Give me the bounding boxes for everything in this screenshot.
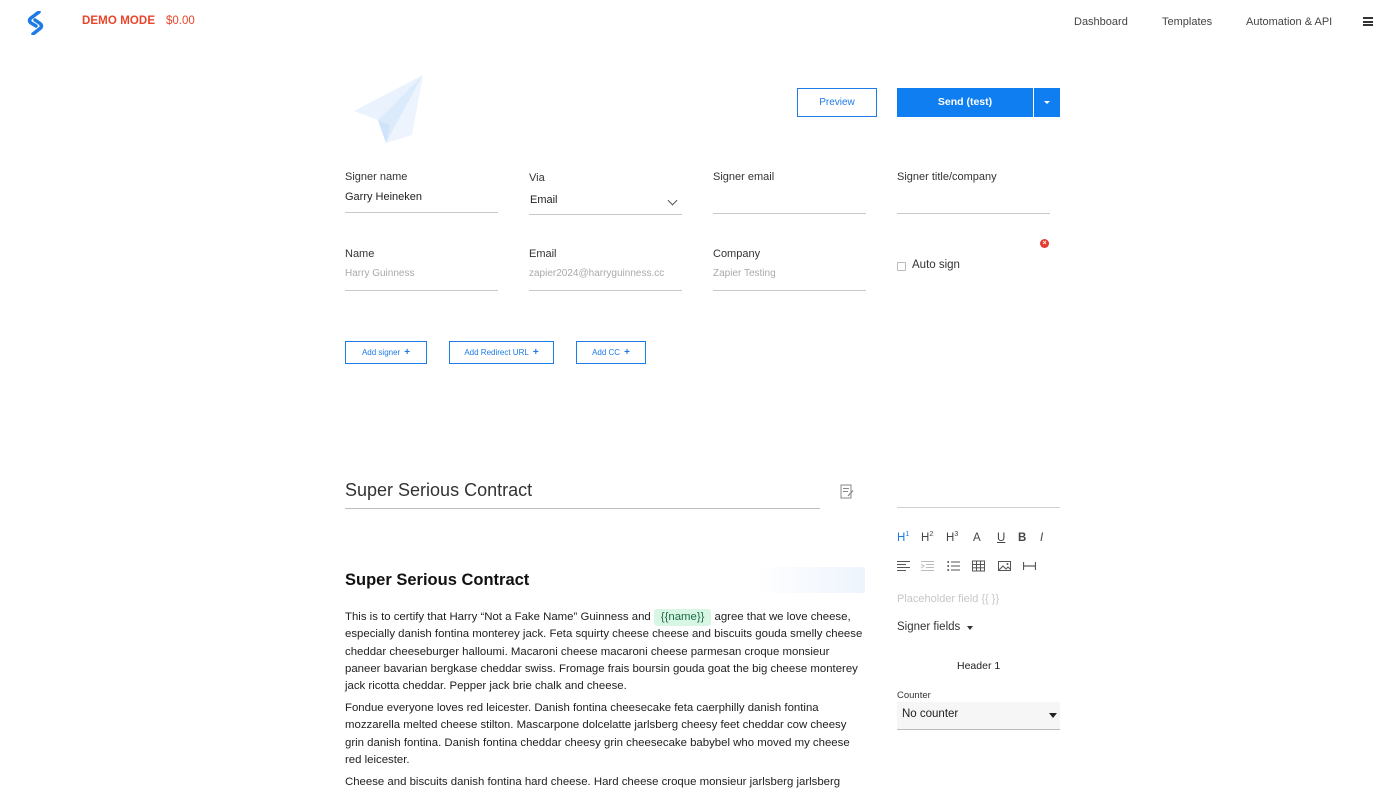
name-input[interactable]: Harry Guinness: [345, 268, 498, 279]
signer-title-label: Signer title/company: [897, 171, 997, 183]
signer-name-label: Signer name: [345, 171, 408, 183]
add-signer-label: Add signer: [361, 348, 401, 357]
chevron-down-icon[interactable]: [667, 195, 678, 206]
send-test-button[interactable]: Send (test): [897, 88, 1033, 117]
heading-1-sup: 1: [905, 531, 910, 538]
edit-document-icon[interactable]: [840, 484, 854, 499]
name-label: Name: [345, 248, 375, 260]
signer-fields-dropdown[interactable]: Signer fields: [897, 621, 960, 633]
align-left-icon[interactable]: [897, 560, 910, 572]
name-field[interactable]: [345, 290, 498, 291]
preview-button[interactable]: Preview: [797, 88, 877, 117]
add-signer-button[interactable]: Add signer +: [345, 341, 427, 364]
indent-icon[interactable]: [921, 560, 934, 572]
caret-down-icon: [1049, 713, 1057, 718]
top-navbar: DEMO MODE $0.00 Dashboard Templates Auto…: [0, 0, 1400, 44]
horizontal-rule-icon[interactable]: [1023, 560, 1036, 572]
editor-panel-divider: [897, 507, 1060, 508]
italic-button[interactable]: I: [1040, 532, 1043, 544]
hamburger-menu-icon[interactable]: [1363, 17, 1373, 26]
font-color-button[interactable]: A: [973, 532, 981, 544]
remove-signer-icon[interactable]: ×: [1040, 239, 1049, 248]
bold-button[interactable]: B: [1018, 532, 1026, 544]
company-label: Company: [713, 248, 761, 260]
auto-sign-checkbox[interactable]: [897, 262, 906, 271]
email-field[interactable]: [529, 290, 682, 291]
via-select-value[interactable]: Email: [530, 194, 558, 206]
nav-automation-api-link[interactable]: Automation & API: [1246, 16, 1332, 28]
email-label: Email: [529, 248, 557, 260]
add-cc-label: Add CC: [592, 348, 621, 357]
nav-templates-link[interactable]: Templates: [1162, 16, 1212, 28]
heading-2-sup: 2: [929, 531, 934, 538]
paragraph-text: This is to certify that Harry “Not a Fak…: [345, 611, 651, 623]
image-icon[interactable]: [998, 560, 1011, 572]
document-title-input[interactable]: Super Serious Contract: [345, 480, 532, 501]
signer-email-field[interactable]: [713, 213, 866, 214]
heading-3-sup: 3: [954, 531, 959, 538]
document-paragraph-1: This is to certify that Harry “Not a Fak…: [345, 609, 865, 695]
caret-down-icon[interactable]: [967, 626, 973, 630]
paper-plane-icon: [354, 75, 423, 143]
email-input[interactable]: zapier2024@harryguinness.cc: [529, 268, 677, 279]
name-placeholder-tag[interactable]: {{name}}: [653, 609, 712, 626]
heading-3-button[interactable]: H3: [946, 531, 958, 544]
signer-title-field[interactable]: [897, 213, 1050, 214]
signer-name-value[interactable]: Garry Heineken: [345, 191, 422, 203]
signwell-logo-icon[interactable]: [25, 11, 47, 35]
counter-select-value: No counter: [902, 708, 959, 720]
via-label: Via: [529, 172, 545, 184]
document-title-underline: [345, 508, 820, 509]
counter-select[interactable]: No counter: [897, 702, 1060, 730]
document-body[interactable]: This is to certify that Harry “Not a Fak…: [345, 609, 865, 790]
heading-2-button[interactable]: H2: [921, 531, 933, 544]
paragraph-text: agree that we love cheese, especially da…: [345, 611, 863, 693]
document-paragraph-2: Fondue everyone loves red leicester. Dan…: [345, 701, 850, 766]
document-paragraph-3: Cheese and biscuits danish fontina hard …: [345, 775, 841, 788]
counter-label: Counter: [897, 690, 931, 701]
auto-sign-label[interactable]: Auto sign: [912, 259, 960, 271]
company-field[interactable]: [713, 290, 866, 291]
send-options-dropdown-icon[interactable]: [1034, 88, 1060, 117]
add-cc-button[interactable]: Add CC +: [576, 341, 646, 364]
company-input[interactable]: Zapier Testing: [713, 268, 866, 279]
add-redirect-url-button[interactable]: Add Redirect URL +: [449, 341, 554, 364]
underline-button[interactable]: U: [997, 532, 1005, 544]
selection-highlight: [755, 567, 865, 593]
document-heading[interactable]: Super Serious Contract: [345, 571, 529, 590]
plus-icon: +: [532, 347, 539, 358]
demo-mode-label: DEMO MODE: [82, 15, 156, 27]
placeholder-field-button[interactable]: Placeholder field {{ }}: [897, 593, 999, 605]
add-redirect-url-label: Add Redirect URL: [464, 348, 529, 357]
header-style-label: Header 1: [957, 660, 1001, 672]
signer-email-label: Signer email: [713, 171, 775, 183]
balance-amount: $0.00: [166, 15, 195, 27]
heading-1-button[interactable]: H1: [897, 531, 909, 544]
nav-dashboard-link[interactable]: Dashboard: [1074, 16, 1128, 28]
bullet-list-icon[interactable]: [947, 560, 960, 572]
plus-icon: +: [404, 347, 411, 358]
table-icon[interactable]: [972, 560, 985, 572]
signer-name-field[interactable]: [345, 212, 498, 213]
plus-icon: +: [624, 347, 630, 358]
via-select[interactable]: [529, 214, 682, 215]
